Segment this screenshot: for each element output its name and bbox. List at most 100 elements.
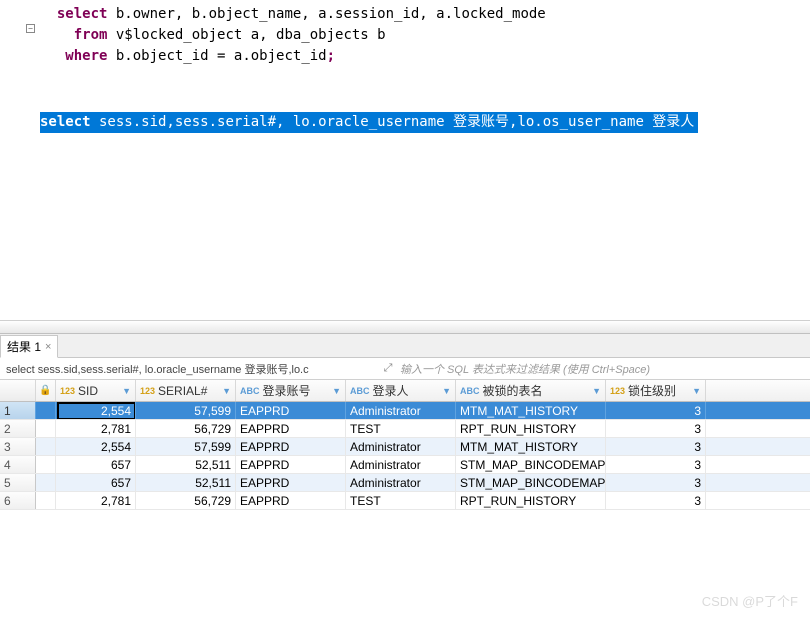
- fold-toggle-icon[interactable]: −: [26, 24, 35, 33]
- keyword-from: from: [74, 27, 108, 43]
- executed-sql-label: select sess.sid,sess.serial#, lo.oracle_…: [0, 359, 380, 379]
- tab-label: 结果 1: [7, 338, 41, 355]
- cell-obj[interactable]: MTM_MAT_HISTORY: [456, 402, 606, 419]
- table-row[interactable]: 2 2,78156,729EAPPRDTESTRPT_RUN_HISTORY3: [0, 420, 810, 438]
- cell-serial[interactable]: 52,511: [136, 474, 236, 491]
- table-row[interactable]: 3 2,55457,599EAPPRDAdministratorMTM_MAT_H…: [0, 438, 810, 456]
- cell-user[interactable]: EAPPRD: [236, 474, 346, 491]
- dropdown-icon[interactable]: ▼: [222, 386, 231, 396]
- sql-editor[interactable]: − select b.owner, b.object_name, a.sessi…: [0, 0, 810, 320]
- col-label: 登录人: [373, 382, 441, 399]
- lock-cell: [36, 456, 56, 473]
- column-header-lock-mode[interactable]: 123锁住级别▼: [606, 380, 706, 401]
- cell-sid[interactable]: 657: [56, 456, 136, 473]
- cell-obj[interactable]: RPT_RUN_HISTORY: [456, 420, 606, 437]
- cell-mode[interactable]: 3: [606, 420, 706, 437]
- cell-user[interactable]: EAPPRD: [236, 402, 346, 419]
- lock-cell: [36, 420, 56, 437]
- dropdown-icon[interactable]: ▼: [592, 386, 601, 396]
- column-header-login-person[interactable]: ABC登录人▼: [346, 380, 456, 401]
- col-label: SERIAL#: [158, 384, 220, 398]
- rownum-header[interactable]: [0, 380, 36, 401]
- cell-mode[interactable]: 3: [606, 474, 706, 491]
- cell-os[interactable]: TEST: [346, 420, 456, 437]
- column-header-serial[interactable]: 123SERIAL#▼: [136, 380, 236, 401]
- sql-where: b.object_id = a.object_id: [107, 48, 326, 64]
- cell-os[interactable]: Administrator: [346, 456, 456, 473]
- cell-os[interactable]: Administrator: [346, 438, 456, 455]
- table-row[interactable]: 5 65752,511EAPPRDAdministratorSTM_MAP_BIN…: [0, 474, 810, 492]
- sql-from: v$locked_object a, dba_objects b: [107, 27, 385, 43]
- close-icon[interactable]: ×: [45, 341, 51, 353]
- cell-user[interactable]: EAPPRD: [236, 456, 346, 473]
- lock-cell: [36, 402, 56, 419]
- results-tab-bar: 结果 1 ×: [0, 334, 810, 358]
- filter-input[interactable]: 输入一个 SQL 表达式来过滤结果 (使用 Ctrl+Space): [396, 361, 810, 377]
- cell-obj[interactable]: STM_MAP_BINCODEMAP: [456, 456, 606, 473]
- row-number[interactable]: 3: [0, 438, 36, 455]
- column-header-login-user[interactable]: ABC登录账号▼: [236, 380, 346, 401]
- row-number[interactable]: 4: [0, 456, 36, 473]
- cell-mode[interactable]: 3: [606, 456, 706, 473]
- cell-sid[interactable]: 657: [56, 474, 136, 491]
- dropdown-icon[interactable]: ▼: [692, 386, 701, 396]
- lock-cell: [36, 474, 56, 491]
- table-row[interactable]: 6 2,78156,729EAPPRDTESTRPT_RUN_HISTORY3: [0, 492, 810, 510]
- cell-user[interactable]: EAPPRD: [236, 492, 346, 509]
- cell-serial[interactable]: 57,599: [136, 438, 236, 455]
- cell-mode[interactable]: 3: [606, 492, 706, 509]
- cell-os[interactable]: Administrator: [346, 402, 456, 419]
- lock-cell: [36, 492, 56, 509]
- cell-serial[interactable]: 52,511: [136, 456, 236, 473]
- type-num-icon: 123: [60, 386, 75, 396]
- expand-icon[interactable]: ⤢: [380, 362, 396, 375]
- cell-sid[interactable]: 2,781: [56, 492, 136, 509]
- col-label: 登录账号: [263, 382, 331, 399]
- sql2-body: sess.sid,sess.serial#, lo.oracle_usernam…: [91, 114, 695, 130]
- keyword-select: select: [57, 6, 108, 22]
- watermark: CSDN @P了个F: [702, 591, 798, 610]
- lock-column-header[interactable]: 🔒: [36, 380, 56, 401]
- cell-obj[interactable]: STM_MAP_BINCODEMAP: [456, 474, 606, 491]
- results-grid: 🔒 123SID▼ 123SERIAL#▼ ABC登录账号▼ ABC登录人▼ A…: [0, 380, 810, 510]
- semicolon: ;: [327, 48, 335, 64]
- lock-icon: 🔒: [39, 385, 51, 396]
- selected-sql-line[interactable]: select sess.sid,sess.serial#, lo.oracle_…: [40, 112, 698, 133]
- column-header-sid[interactable]: 123SID▼: [56, 380, 136, 401]
- code-content[interactable]: select b.owner, b.object_name, a.session…: [40, 4, 810, 133]
- type-num-icon: 123: [610, 386, 625, 396]
- dropdown-icon[interactable]: ▼: [122, 386, 131, 396]
- grid-body: 12,55457,599EAPPRDAdministratorMTM_MAT_H…: [0, 402, 810, 510]
- row-number[interactable]: 5: [0, 474, 36, 491]
- cell-user[interactable]: EAPPRD: [236, 438, 346, 455]
- column-header-locked-table[interactable]: ABC被锁的表名▼: [456, 380, 606, 401]
- cell-serial[interactable]: 56,729: [136, 420, 236, 437]
- cell-serial[interactable]: 57,599: [136, 402, 236, 419]
- sql-cols: b.owner, b.object_name, a.session_id, a.…: [107, 6, 545, 22]
- keyword-select-2: select: [40, 114, 91, 130]
- lock-cell: [36, 438, 56, 455]
- cell-mode[interactable]: 3: [606, 438, 706, 455]
- cell-obj[interactable]: MTM_MAT_HISTORY: [456, 438, 606, 455]
- dropdown-icon[interactable]: ▼: [332, 386, 341, 396]
- type-abc-icon: ABC: [350, 386, 370, 396]
- cell-obj[interactable]: RPT_RUN_HISTORY: [456, 492, 606, 509]
- cell-user[interactable]: EAPPRD: [236, 420, 346, 437]
- row-number[interactable]: 6: [0, 492, 36, 509]
- row-number[interactable]: 2: [0, 420, 36, 437]
- cell-mode[interactable]: 3: [606, 402, 706, 419]
- cell-sid[interactable]: 2,554: [56, 402, 136, 419]
- cell-os[interactable]: Administrator: [346, 474, 456, 491]
- type-num-icon: 123: [140, 386, 155, 396]
- cell-sid[interactable]: 2,554: [56, 438, 136, 455]
- cell-os[interactable]: TEST: [346, 492, 456, 509]
- results-tab-1[interactable]: 结果 1 ×: [0, 335, 58, 358]
- grid-header: 🔒 123SID▼ 123SERIAL#▼ ABC登录账号▼ ABC登录人▼ A…: [0, 380, 810, 402]
- dropdown-icon[interactable]: ▼: [442, 386, 451, 396]
- cell-sid[interactable]: 2,781: [56, 420, 136, 437]
- table-row[interactable]: 4 65752,511EAPPRDAdministratorSTM_MAP_BIN…: [0, 456, 810, 474]
- cell-serial[interactable]: 56,729: [136, 492, 236, 509]
- table-row[interactable]: 1 2,55457,599EAPPRDAdministratorMTM_MAT_H…: [0, 402, 810, 420]
- row-number[interactable]: 1: [0, 402, 36, 419]
- editor-bottom-bar: [0, 320, 810, 334]
